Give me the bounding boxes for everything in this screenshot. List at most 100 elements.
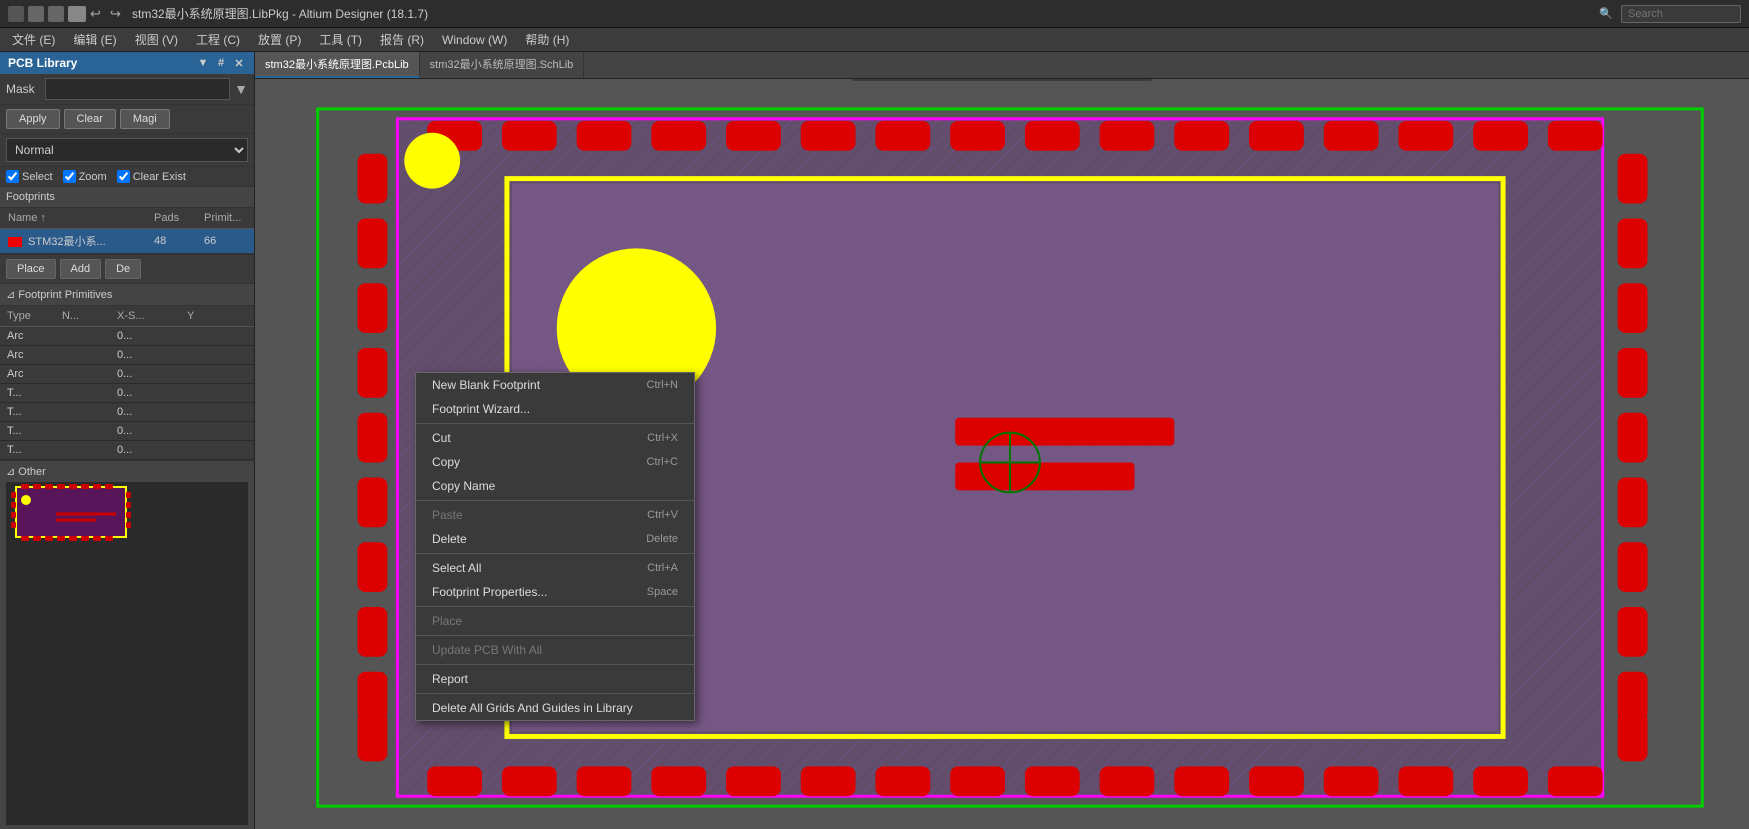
prim-row-1[interactable]: Arc 0... [0,327,254,346]
clear-button[interactable]: Clear [64,109,116,129]
primitives-title: Footprint Primitives [18,289,112,301]
cm-copy[interactable]: Copy Ctrl+C [416,450,694,474]
cm-update-pcb-label: Update PCB With All [432,643,542,657]
panel-menu-icon[interactable]: ▼ [196,56,210,70]
cm-delete-shortcut: Delete [646,533,678,545]
zoom-checkbox[interactable] [63,170,76,183]
col-name-header: Name ↑ [4,210,150,226]
select-checkbox[interactable] [6,170,19,183]
cm-sep-1 [416,423,694,424]
search-input[interactable] [1621,5,1741,23]
prim-row-3[interactable]: Arc 0... [0,365,254,384]
cm-fp-props-label: Footprint Properties... [432,585,547,599]
prim-row-4[interactable]: T... 0... [0,384,254,403]
delete-button[interactable]: De [105,259,141,279]
prim-row-7[interactable]: T... 0... [0,441,254,460]
cm-fp-props-shortcut: Space [647,586,678,598]
cm-delete-all-grids[interactable]: Delete All Grids And Guides in Library [416,696,694,720]
cm-report[interactable]: Report [416,667,694,691]
primitives-header[interactable]: ⊿ Footprint Primitives [0,284,254,306]
zoom-checkbox-item[interactable]: Zoom [63,170,107,183]
cm-select-all-label: Select All [432,561,481,575]
add-button[interactable]: Add [60,259,102,279]
prim-x-7: 0... [114,442,184,458]
table-row[interactable]: STM32最小系... 48 66 [0,229,254,254]
menu-tools[interactable]: 工具 (T) [311,29,370,50]
menu-file[interactable]: 文件 (E) [4,29,63,50]
prim-row-2[interactable]: Arc 0... [0,346,254,365]
row-pads: 48 [150,233,200,249]
cm-copy-shortcut: Ctrl+C [647,456,678,468]
undo-icon[interactable]: ↩ [90,6,106,22]
action-row: Place Add De [0,254,254,284]
menu-help[interactable]: 帮助 (H) [517,29,577,50]
prim-n-4 [59,385,114,401]
footprints-label: Footprints [6,191,55,203]
cm-paste-shortcut: Ctrl+V [647,509,678,521]
menu-view[interactable]: 视图 (V) [127,29,186,50]
panel-close-icon[interactable]: ✕ [232,56,246,70]
select-label: Select [22,171,53,183]
cm-delete-grids-label: Delete All Grids And Guides in Library [432,701,633,715]
row-chip-icon [8,237,22,247]
prim-row-5[interactable]: T... 0... [0,403,254,422]
clear-exist-checkbox-item[interactable]: Clear Exist [117,170,186,183]
mask-label: Mask [6,82,41,96]
cm-place: Place [416,609,694,633]
buttons-row: Apply Clear Magi [0,105,254,134]
select-checkbox-item[interactable]: Select [6,170,53,183]
apply-button[interactable]: Apply [6,109,60,129]
menu-place[interactable]: 放置 (P) [250,29,309,50]
prim-col-n: N... [59,308,114,324]
cm-sep-3 [416,553,694,554]
prim-row-6[interactable]: T... 0... [0,422,254,441]
zoom-label: Zoom [79,171,107,183]
prim-n-1 [59,328,114,344]
menu-window[interactable]: Window (W) [434,31,515,49]
folder-icon[interactable] [68,6,86,22]
prim-n-2 [59,347,114,363]
cm-paste: Paste Ctrl+V [416,503,694,527]
row-name-text: STM32最小系... [28,236,106,248]
cm-cut[interactable]: Cut Ctrl+X [416,426,694,450]
cm-new-blank-footprint[interactable]: New Blank Footprint Ctrl+N [416,373,694,397]
cm-delete[interactable]: Delete Delete [416,527,694,551]
canvas-area[interactable]: stm32最小系统原理图.PcbLib stm32最小系统原理图.SchLib … [255,52,1749,829]
prim-y-3 [184,366,214,382]
prim-y-6 [184,423,214,439]
expand-icon[interactable] [48,6,64,22]
view-mode-select[interactable]: Normal List Tree [6,138,248,162]
mask-input[interactable] [45,78,230,100]
prim-type-3: Arc [4,366,59,382]
cm-copy-name[interactable]: Copy Name [416,474,694,498]
mask-dropdown-icon[interactable]: ▼ [234,81,248,97]
tab-pcblib[interactable]: stm32最小系统原理图.PcbLib [255,52,420,78]
col-primit-header: Primit... [200,210,250,226]
clear-exist-checkbox[interactable] [117,170,130,183]
prim-type-2: Arc [4,347,59,363]
menu-project[interactable]: 工程 (C) [188,29,248,50]
checkboxes-row: Select Zoom Clear Exist [0,167,254,187]
other-section: ⊿ Other [0,460,254,829]
cm-cut-shortcut: Ctrl+X [647,432,678,444]
cm-footprint-properties[interactable]: Footprint Properties... Space [416,580,694,604]
prim-y-2 [184,347,214,363]
tab-schlib[interactable]: stm32最小系统原理图.SchLib [420,52,585,78]
prim-n-5 [59,404,114,420]
cm-footprint-wizard[interactable]: Footprint Wizard... [416,397,694,421]
magic-button[interactable]: Magi [120,109,170,129]
place-button[interactable]: Place [6,259,56,279]
restore-icon[interactable] [28,6,44,22]
prim-x-6: 0... [114,423,184,439]
redo-icon[interactable]: ↪ [110,6,126,22]
prim-col-y: Y [184,308,214,324]
menu-edit[interactable]: 编辑 (E) [65,29,124,50]
cm-select-all[interactable]: Select All Ctrl+A [416,556,694,580]
cm-sep-2 [416,500,694,501]
panel-header-icons: ▼ # ✕ [196,56,246,70]
panel-pin-icon[interactable]: # [214,56,228,70]
prim-col-x: X-S... [114,308,184,324]
clear-exist-label: Clear Exist [133,171,186,183]
menu-report[interactable]: 报告 (R) [372,29,432,50]
panel-title: PCB Library [8,56,77,70]
